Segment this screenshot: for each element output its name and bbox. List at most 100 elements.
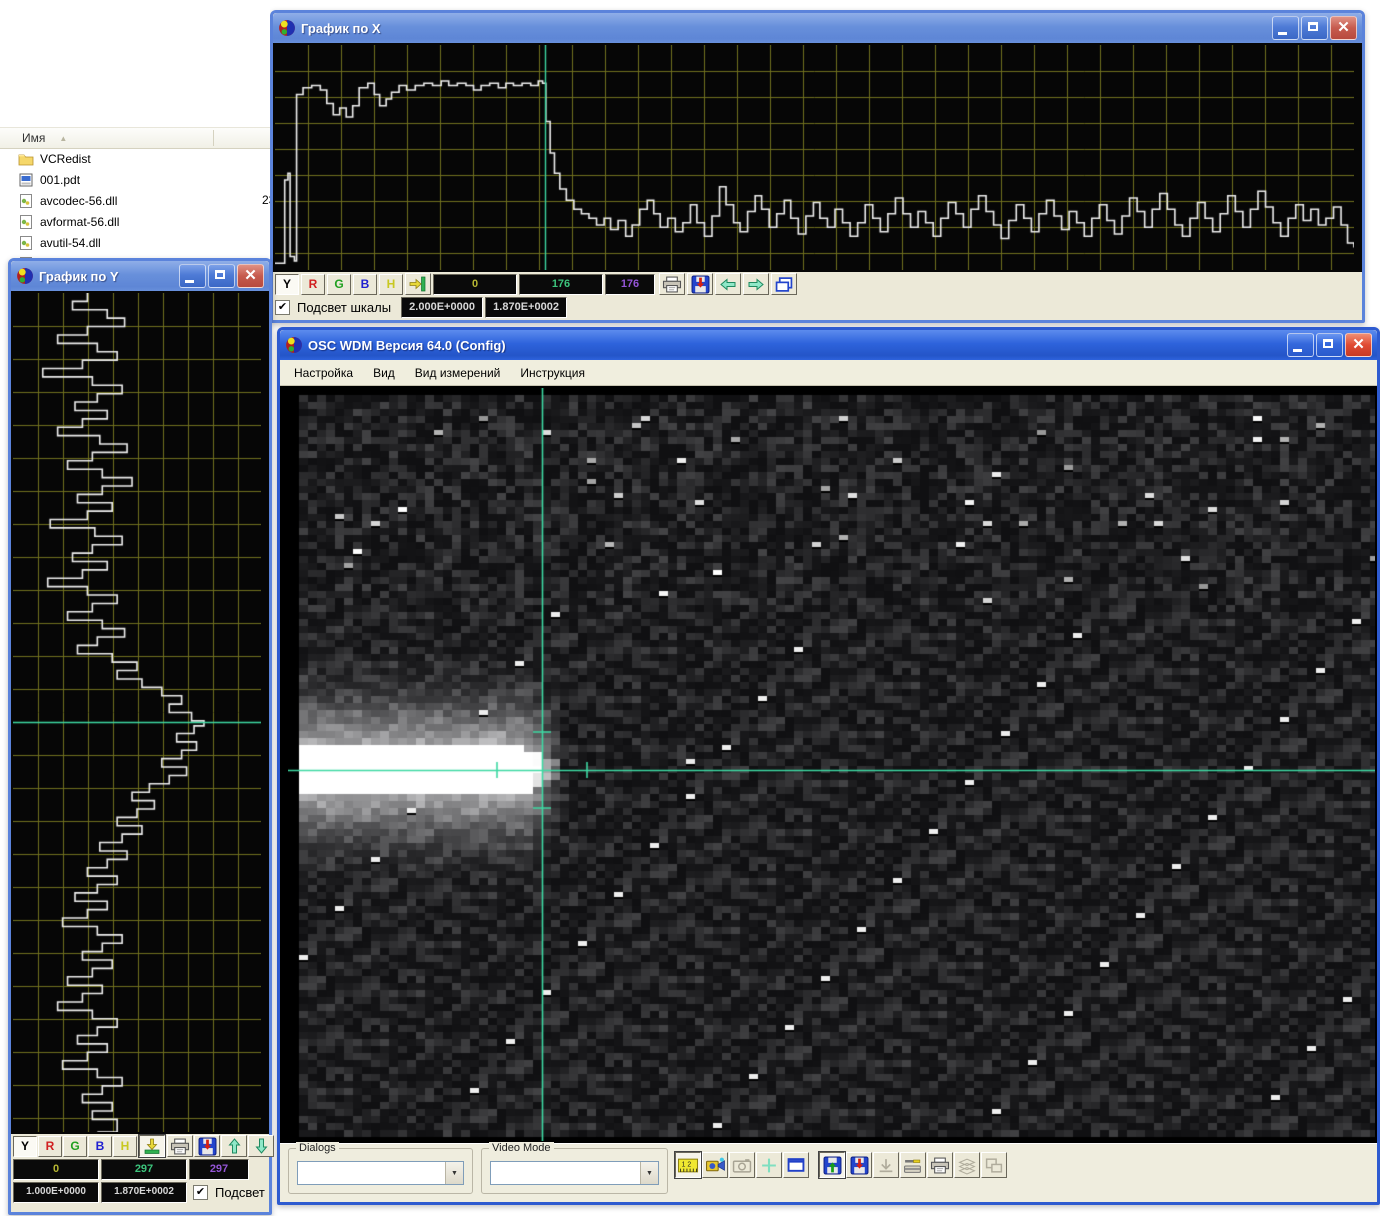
- file-row[interactable]: avutil-54.dll: [0, 232, 270, 253]
- desktop: Имя ▲ VCRedist 001.pdt avcodec-56.dll23avf…: [0, 0, 1380, 1216]
- menu-item[interactable]: Вид измерений: [405, 361, 511, 385]
- file-row[interactable]: avcodec-56.dll23: [0, 190, 270, 211]
- dll-file-icon: [18, 193, 34, 209]
- video-mode-dropdown[interactable]: ▼: [490, 1161, 659, 1185]
- dll-file-icon: [18, 214, 34, 230]
- arrow-up-icon-button[interactable]: [221, 1135, 247, 1157]
- window-icon-button[interactable]: [783, 1152, 809, 1178]
- save-floppy-icon-button[interactable]: [846, 1152, 872, 1178]
- minimize-button[interactable]: [1287, 333, 1314, 357]
- highlight-label: Подсвет: [215, 1185, 265, 1200]
- column-divider[interactable]: [213, 130, 214, 146]
- print-icon-button[interactable]: [927, 1152, 953, 1178]
- chevron-down-icon[interactable]: ▼: [640, 1162, 658, 1184]
- x-cursor-readout: 176: [519, 274, 603, 295]
- arrow-down-icon-button[interactable]: [248, 1135, 274, 1157]
- channel-button-y[interactable]: Y: [13, 1136, 37, 1157]
- close-button[interactable]: ✕: [1330, 16, 1357, 40]
- app-icon: [16, 267, 34, 285]
- x-index-readout: 0: [433, 274, 517, 295]
- camera-icon-button: [729, 1152, 755, 1178]
- graph-x-titlebar[interactable]: График по X ✕: [273, 13, 1362, 43]
- copy-frame-icon-button: [981, 1152, 1007, 1178]
- menu-item[interactable]: Вид: [363, 361, 405, 385]
- app-icon: [285, 336, 303, 354]
- arrow-left-icon-button[interactable]: [715, 273, 741, 295]
- graph-y-titlebar[interactable]: График по Y ✕: [11, 261, 269, 291]
- y-index-readout: 0: [13, 1159, 99, 1180]
- video-adjust-icon-button[interactable]: [702, 1152, 728, 1178]
- file-name: avcodec-56.dll: [40, 194, 117, 208]
- file-list-header-name[interactable]: Имя ▲: [0, 127, 270, 149]
- video-mode-groupbox: Video Mode ▼: [481, 1148, 668, 1194]
- channel-button-r[interactable]: R: [38, 1136, 62, 1157]
- x-cursor2-readout: 176: [605, 274, 655, 295]
- file-row[interactable]: VCRedist: [0, 148, 270, 169]
- maximize-button[interactable]: [208, 264, 235, 288]
- graph-y-plot-canvas[interactable]: [13, 293, 261, 1132]
- graph-x-window: График по X ✕ YRGBH 0 176 176 ✔ Подсвет …: [270, 10, 1365, 323]
- hand-icon-button: [873, 1152, 899, 1178]
- file-list: VCRedist 001.pdt avcodec-56.dll23avformat-…: [0, 148, 270, 262]
- file-explorer-panel: Имя ▲ VCRedist 001.pdt avcodec-56.dll23avf…: [0, 0, 270, 262]
- sort-asc-icon: ▲: [59, 134, 67, 143]
- graph-x-toolbar-row1: YRGBH 0 176 176: [273, 272, 1362, 296]
- highlight-checkbox[interactable]: ✔: [193, 1185, 208, 1200]
- maximize-button[interactable]: [1301, 16, 1328, 40]
- video-mode-value: [491, 1162, 640, 1184]
- windows-icon-button[interactable]: [771, 273, 797, 295]
- menu-item[interactable]: Настройка: [284, 361, 363, 385]
- channel-button-h[interactable]: H: [113, 1136, 137, 1157]
- print-icon-button[interactable]: [167, 1135, 193, 1157]
- close-button[interactable]: ✕: [237, 264, 264, 288]
- file-name: 001.pdt: [40, 173, 80, 187]
- save-floppy-icon-button[interactable]: [687, 273, 713, 295]
- file-row[interactable]: 001.pdt: [0, 169, 270, 190]
- maximize-button[interactable]: [1316, 333, 1343, 357]
- menu-item[interactable]: Инструкция: [510, 361, 595, 385]
- channel-button-b[interactable]: B: [88, 1136, 112, 1157]
- scale-highlight-checkbox[interactable]: ✔: [275, 300, 290, 315]
- marker-x-icon-button[interactable]: [405, 273, 431, 295]
- crosshair-icon-button[interactable]: [756, 1152, 782, 1178]
- toolbar-gap: [810, 1152, 818, 1178]
- dialogs-dropdown[interactable]: ▼: [297, 1161, 464, 1185]
- graph-y-toolbar-row2: 0 297 297: [11, 1158, 269, 1181]
- channel-button-h[interactable]: H: [379, 274, 403, 295]
- graph-y-toolbar-row3: 1.000E+0000 1.870E+0002 ✔ Подсвет: [11, 1181, 269, 1204]
- tools-icon-button[interactable]: [900, 1152, 926, 1178]
- graph-y-plot-area: [11, 291, 269, 1134]
- print-icon-button[interactable]: [659, 273, 685, 295]
- ruler-12-icon-button[interactable]: 1 2: [675, 1152, 701, 1178]
- main-icon-toolbar: 1 2: [675, 1152, 1007, 1178]
- channel-button-y[interactable]: Y: [275, 274, 299, 295]
- channel-button-b[interactable]: B: [353, 274, 377, 295]
- graph-x-plot-area: [273, 43, 1362, 272]
- graph-x-plot-canvas[interactable]: [275, 45, 1354, 270]
- arrow-right-icon-button[interactable]: [743, 273, 769, 295]
- channel-button-g[interactable]: G: [63, 1136, 87, 1157]
- close-button[interactable]: ✕: [1345, 333, 1372, 357]
- graph-y-title: График по Y: [39, 269, 174, 284]
- file-name: avutil-54.dll: [40, 236, 101, 250]
- graph-y-toolbar-row1: YRGBH: [11, 1134, 269, 1158]
- chevron-down-icon[interactable]: ▼: [445, 1162, 463, 1184]
- dialogs-label: Dialogs: [296, 1142, 339, 1154]
- load-floppy-icon-button[interactable]: [819, 1152, 845, 1178]
- channel-button-r[interactable]: R: [301, 274, 325, 295]
- column-header-label: Имя: [22, 131, 45, 145]
- y-cursor-readout: 297: [101, 1159, 187, 1180]
- osc-main-window: OSC WDM Версия 64.0 (Config) ✕ Настройка…: [277, 327, 1380, 1205]
- graph-y-window: График по Y ✕ YRGBH 0 297 297 1.000E+000…: [8, 258, 272, 1215]
- minimize-button[interactable]: [1272, 16, 1299, 40]
- layers-icon-button: [954, 1152, 980, 1178]
- marker-y-icon-button[interactable]: [139, 1135, 165, 1157]
- minimize-button[interactable]: [179, 264, 206, 288]
- file-row[interactable]: avformat-56.dll: [0, 211, 270, 232]
- video-image-canvas[interactable]: [288, 388, 1375, 1141]
- dialogs-value: [298, 1162, 445, 1184]
- save-floppy-icon-button[interactable]: [194, 1135, 220, 1157]
- scale-highlight-label: Подсвет шкалы: [297, 300, 391, 315]
- channel-button-g[interactable]: G: [327, 274, 351, 295]
- main-titlebar[interactable]: OSC WDM Версия 64.0 (Config) ✕: [280, 330, 1377, 360]
